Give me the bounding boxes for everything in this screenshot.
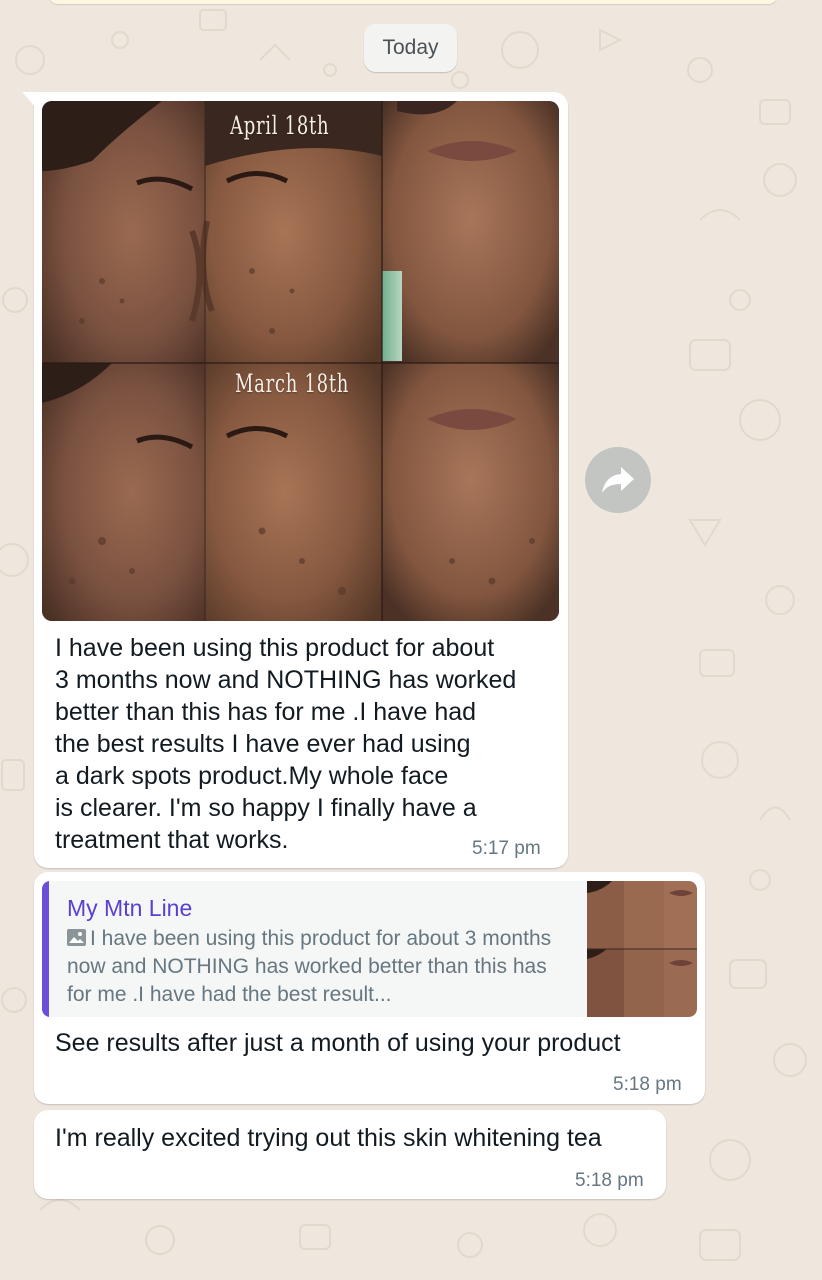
quote-author: My Mtn Line [67, 895, 193, 921]
quote-text: I have been using this product for about… [67, 925, 567, 1009]
message-text: I'm really excited trying out this skin … [55, 1124, 602, 1152]
message-timestamp: 5:18 pm [613, 1074, 682, 1095]
message-text: I have been using this product for about… [55, 634, 517, 854]
quote-text-body: I have been using this product for about… [67, 927, 552, 1006]
collage-label-after: April 18th [230, 111, 330, 140]
previous-message-edge [48, 0, 778, 4]
forward-arrow-icon [602, 467, 634, 493]
collage-image [42, 101, 559, 621]
before-after-photo-collage[interactable]: April 18th March 18th [42, 101, 559, 621]
forward-button[interactable] [585, 447, 651, 513]
message-timestamp: 5:17 pm [472, 838, 541, 859]
quote-thumbnail [587, 881, 697, 1017]
message-text: See results after just a month of using … [55, 1029, 621, 1057]
date-divider-chip: Today [364, 24, 457, 72]
photo-icon [67, 929, 86, 946]
quoted-message[interactable]: My Mtn Line I have been using this produ… [42, 881, 697, 1017]
bubble-tail [22, 92, 38, 110]
message-timestamp: 5:18 pm [575, 1170, 644, 1191]
quote-accent-bar [42, 881, 49, 1017]
collage-label-before: March 18th [235, 369, 350, 398]
